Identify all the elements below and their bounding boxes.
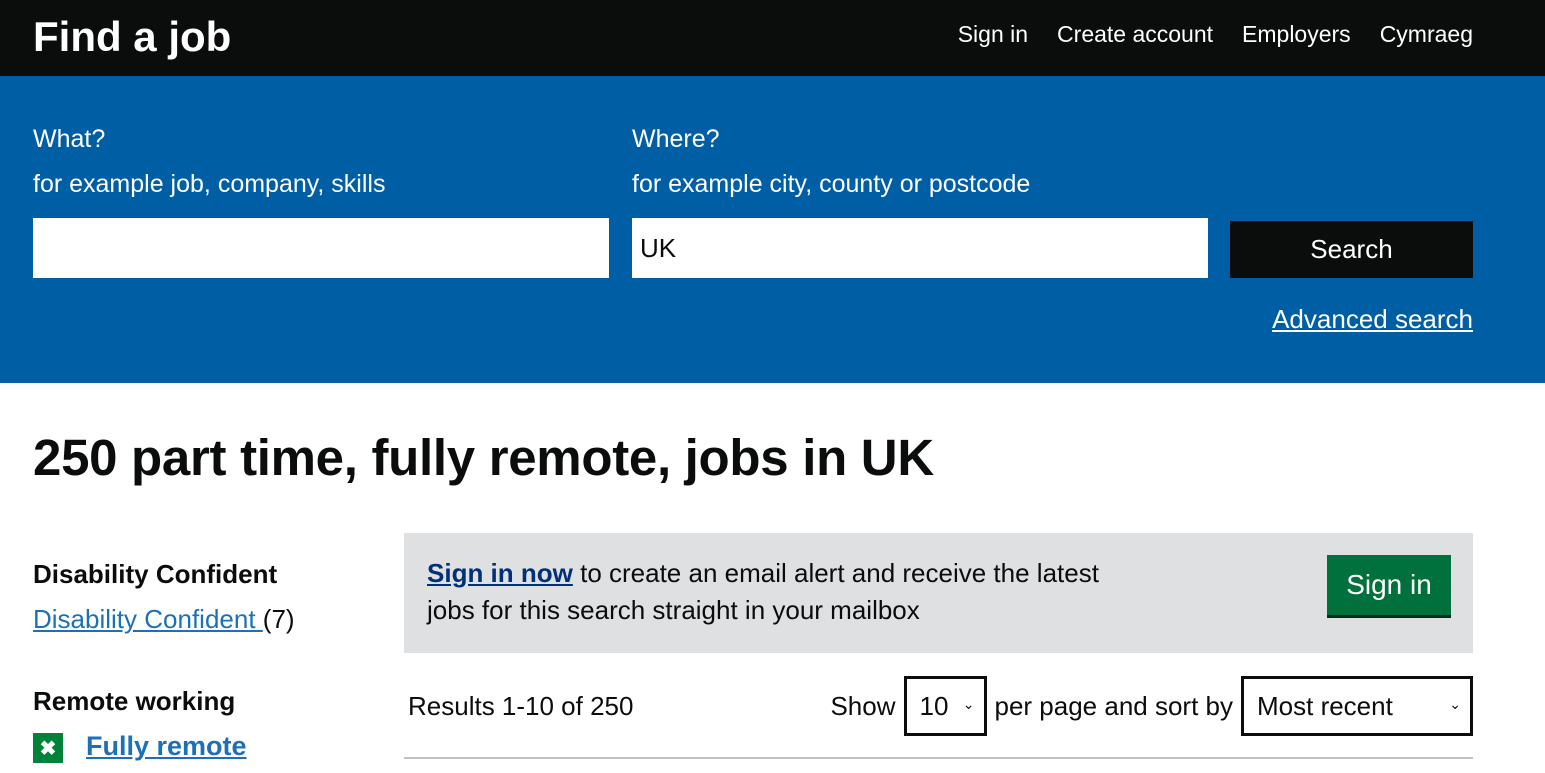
- close-icon: ✖: [39, 737, 57, 760]
- top-navigation: Sign in Create account Employers Cymraeg: [958, 19, 1473, 49]
- sign-in-now-link[interactable]: Sign in now: [427, 558, 573, 588]
- alert-message: Sign in now to create an email alert and…: [427, 555, 1127, 629]
- filter-heading-disability: Disability Confident: [33, 559, 278, 589]
- where-hint: for example city, county or postcode: [632, 170, 1031, 198]
- chevron-down-icon: ⌄: [1449, 696, 1461, 712]
- nav-create-account[interactable]: Create account: [1057, 19, 1213, 49]
- sort-value: Most recent: [1257, 690, 1393, 721]
- where-label: Where?: [632, 125, 720, 153]
- sort-label: per page and sort by: [994, 690, 1234, 721]
- nav-employers[interactable]: Employers: [1242, 19, 1351, 49]
- advanced-search-link[interactable]: Advanced search: [1272, 303, 1473, 335]
- search-button[interactable]: Search: [1230, 221, 1473, 278]
- what-label: What?: [33, 125, 106, 153]
- what-input[interactable]: [33, 218, 609, 278]
- service-name-link[interactable]: Find a job: [33, 12, 231, 62]
- email-alert-panel: Sign in now to create an email alert and…: [404, 533, 1473, 653]
- results-controls: Show 10 ⌄ per page and sort by Most rece…: [830, 676, 1473, 736]
- fully-remote-filter-link[interactable]: Fully remote: [86, 729, 247, 763]
- where-input[interactable]: [632, 218, 1208, 278]
- remove-filter-button[interactable]: ✖: [33, 733, 63, 763]
- filter-heading-remote: Remote working: [33, 686, 236, 716]
- show-label: Show: [830, 690, 896, 721]
- filter-count: (7): [262, 604, 295, 634]
- search-panel: What? for example job, company, skills W…: [0, 76, 1545, 383]
- site-header: Find a job Sign in Create account Employ…: [0, 0, 1545, 76]
- nav-sign-in[interactable]: Sign in: [958, 19, 1028, 49]
- per-page-select[interactable]: 10 ⌄: [903, 676, 987, 736]
- chevron-down-icon: ⌄: [962, 696, 975, 712]
- sign-in-button[interactable]: Sign in: [1327, 555, 1451, 615]
- results-count: Results 1-10 of 250: [408, 691, 634, 721]
- per-page-value: 10: [919, 690, 949, 721]
- filter-option-disability: Disability Confident (7): [33, 603, 295, 635]
- what-hint: for example job, company, skills: [33, 170, 386, 198]
- disability-confident-link[interactable]: Disability Confident: [33, 604, 263, 634]
- sort-select[interactable]: Most recent ⌄: [1241, 676, 1473, 736]
- page-title: 250 part time, fully remote, jobs in UK: [33, 429, 934, 486]
- nav-cymraeg[interactable]: Cymraeg: [1380, 19, 1473, 49]
- results-divider: [404, 757, 1473, 759]
